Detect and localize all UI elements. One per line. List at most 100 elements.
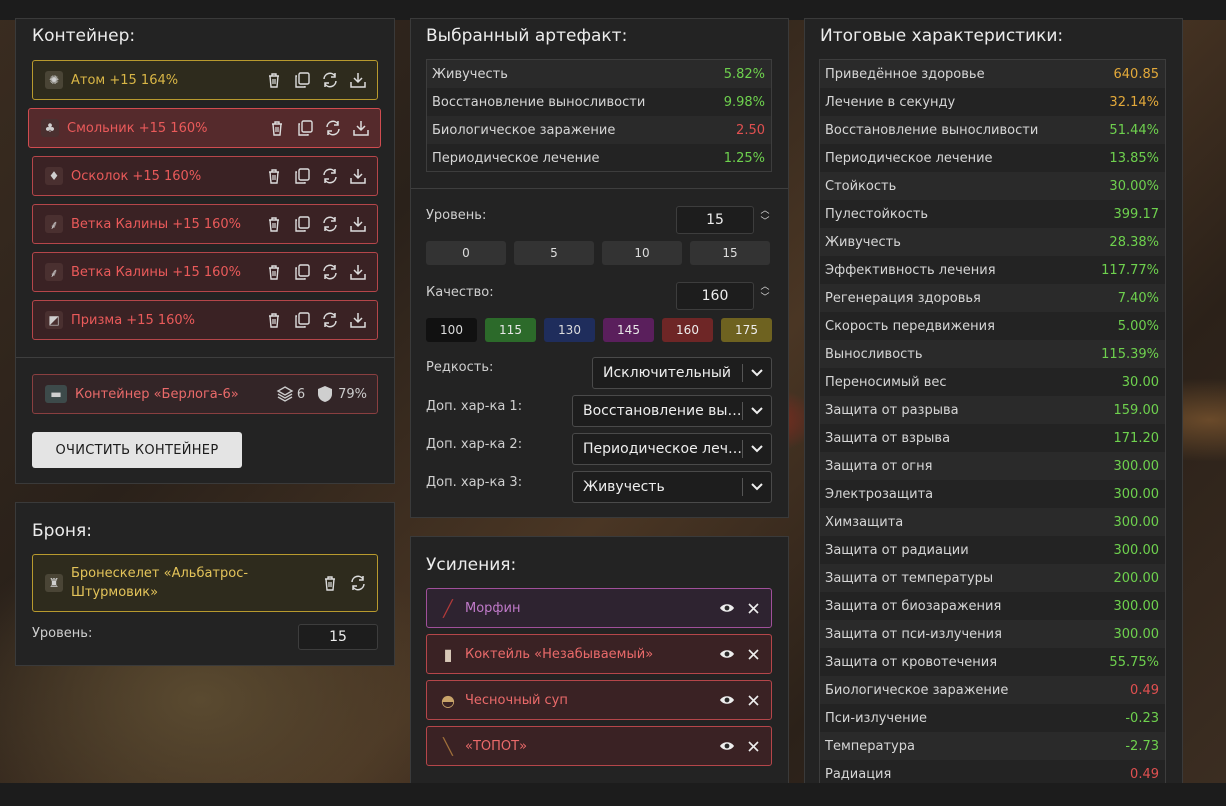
total-stat-row: Защита от разрыва 159.00 xyxy=(820,396,1165,424)
boost-item[interactable]: ◓ Чесночный суп xyxy=(426,680,772,720)
extra2-label: Доп. хар-ка 2: xyxy=(426,437,523,452)
swap-icon[interactable] xyxy=(321,71,339,89)
copy-icon[interactable] xyxy=(293,167,311,185)
delete-icon[interactable] xyxy=(265,215,283,233)
boosts-title: Усиления: xyxy=(426,555,517,575)
extra1-select[interactable]: Восстановление выносливости xyxy=(572,395,772,427)
shard-artifact-icon: ♦ xyxy=(45,167,63,185)
artifact-level-input[interactable]: 15 xyxy=(676,206,754,234)
quality-preset-button[interactable]: 130 xyxy=(544,318,595,342)
extra2-select[interactable]: Периодическое лечение xyxy=(572,433,772,465)
copy-icon[interactable] xyxy=(293,311,311,329)
copy-icon[interactable] xyxy=(293,263,311,281)
eye-icon[interactable] xyxy=(719,600,735,616)
quality-preset-button[interactable]: 145 xyxy=(603,318,654,342)
clear-container-button[interactable]: ОЧИСТИТЬ КОНТЕЙНЕР xyxy=(32,432,242,468)
level-preset-button[interactable]: 5 xyxy=(514,241,594,265)
delete-icon[interactable] xyxy=(265,263,283,281)
swap-icon[interactable] xyxy=(321,311,339,329)
eye-icon[interactable] xyxy=(719,692,735,708)
download-icon[interactable] xyxy=(349,167,367,185)
total-stat-value: 0.49 xyxy=(1130,682,1159,698)
boost-name: Морфин xyxy=(465,600,521,616)
rarity-select[interactable]: Исключительный xyxy=(592,357,772,389)
prism-artifact-icon: ◩ xyxy=(45,311,63,329)
artifact-slot[interactable]: ⸙ Ветка Калины +15 160% xyxy=(32,252,378,292)
close-icon[interactable] xyxy=(745,600,761,616)
total-stat-label: Восстановление выносливости xyxy=(825,122,1039,138)
boost-item[interactable]: ╲ «ТОПОТ» xyxy=(426,726,772,766)
total-stat-label: Защита от взрыва xyxy=(825,430,951,446)
extra2-value: Периодическое лечение xyxy=(583,441,742,457)
total-stat-row: Периодическое лечение 13.85% xyxy=(820,144,1165,172)
total-stat-value: 300.00 xyxy=(1113,542,1160,558)
soup-pot-icon: ◓ xyxy=(441,690,455,710)
armor-level-input[interactable]: 15 xyxy=(298,624,378,650)
extra3-select[interactable]: Живучесть xyxy=(572,471,772,503)
download-icon[interactable] xyxy=(349,311,367,329)
close-icon[interactable] xyxy=(745,738,761,754)
armor-level-label: Уровень: xyxy=(32,626,93,641)
quality-preset-button[interactable]: 115 xyxy=(485,318,536,342)
swap-icon[interactable] xyxy=(349,574,367,592)
download-icon[interactable] xyxy=(352,119,370,137)
quality-stepper[interactable]: ︿ ﹀ xyxy=(759,282,771,304)
container-item[interactable]: ▬ Контейнер «Берлога-6» 6 79% xyxy=(32,374,378,414)
total-stat-row: Регенерация здоровья 7.40% xyxy=(820,284,1165,312)
eye-icon[interactable] xyxy=(719,738,735,754)
level-preset-button[interactable]: 15 xyxy=(690,241,770,265)
armor-item[interactable]: ♜ Бронескелет «Альбатрос-Штурмовик» xyxy=(32,554,378,612)
artifact-slot[interactable]: ⸙ Ветка Калины +15 160% xyxy=(32,204,378,244)
quality-preset-button[interactable]: 175 xyxy=(721,318,772,342)
download-icon[interactable] xyxy=(349,263,367,281)
artifact-title: Выбранный артефакт: xyxy=(426,26,628,46)
delete-icon[interactable] xyxy=(268,119,286,137)
stat-value: 9.98% xyxy=(723,94,765,110)
swap-icon[interactable] xyxy=(321,167,339,185)
smolnik-artifact-icon: ♣ xyxy=(41,119,59,137)
delete-icon[interactable] xyxy=(321,574,339,592)
swap-icon[interactable] xyxy=(321,263,339,281)
level-preset-button[interactable]: 10 xyxy=(602,241,682,265)
stimulator-icon: ╲ xyxy=(443,736,453,756)
quality-preset-button[interactable]: 160 xyxy=(662,318,713,342)
total-stat-value: 171.20 xyxy=(1113,430,1160,446)
total-stat-row: Эффективность лечения 117.77% xyxy=(820,256,1165,284)
download-icon[interactable] xyxy=(349,215,367,233)
artifact-slot-name: Осколок +15 160% xyxy=(71,168,202,184)
eye-icon[interactable] xyxy=(719,646,735,662)
delete-icon[interactable] xyxy=(265,311,283,329)
quality-preset-button[interactable]: 100 xyxy=(426,318,477,342)
delete-icon[interactable] xyxy=(265,167,283,185)
extra3-label: Доп. хар-ка 3: xyxy=(426,475,523,490)
copy-icon[interactable] xyxy=(293,71,311,89)
total-stat-row: Выносливость 115.39% xyxy=(820,340,1165,368)
total-stat-label: Температура xyxy=(825,738,915,754)
extra1-label: Доп. хар-ка 1: xyxy=(426,399,523,414)
boost-item[interactable]: ▮ Коктейль «Незабываемый» xyxy=(426,634,772,674)
artifact-slot[interactable]: ✺ Атом +15 164% xyxy=(32,60,378,100)
boost-item[interactable]: ╱ Морфин xyxy=(426,588,772,628)
artifact-stat-row: Живучесть 5.82% xyxy=(427,60,771,88)
delete-icon[interactable] xyxy=(265,71,283,89)
copy-icon[interactable] xyxy=(296,119,314,137)
total-stat-label: Электрозащита xyxy=(825,486,934,502)
total-stat-label: Стойкость xyxy=(825,178,897,194)
total-stat-row: Восстановление выносливости 51.44% xyxy=(820,116,1165,144)
close-icon[interactable] xyxy=(745,692,761,708)
quality-input[interactable]: 160 xyxy=(676,282,754,310)
download-icon[interactable] xyxy=(349,71,367,89)
artifact-slot-name: Призма +15 160% xyxy=(71,312,196,328)
close-icon[interactable] xyxy=(745,646,761,662)
swap-icon[interactable] xyxy=(321,215,339,233)
total-stat-row: Электрозащита 300.00 xyxy=(820,480,1165,508)
swap-icon[interactable] xyxy=(324,119,342,137)
artifact-slot[interactable]: ♦ Осколок +15 160% xyxy=(32,156,378,196)
level-stepper[interactable]: ︿ ﹀ xyxy=(759,206,771,228)
artifact-level-label: Уровень: xyxy=(426,208,487,223)
viburnum-branch-icon: ⸙ xyxy=(45,263,63,281)
level-preset-button[interactable]: 0 xyxy=(426,241,506,265)
copy-icon[interactable] xyxy=(293,215,311,233)
artifact-slot[interactable]: ◩ Призма +15 160% xyxy=(32,300,378,340)
artifact-slot[interactable]: ♣ Смольник +15 160% xyxy=(28,108,381,148)
